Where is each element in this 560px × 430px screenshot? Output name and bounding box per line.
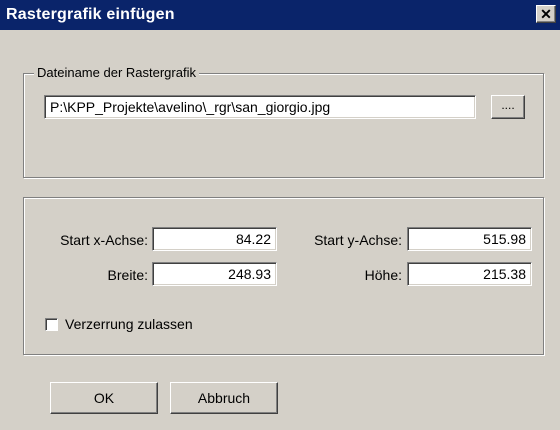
close-icon: ✕ <box>540 6 552 22</box>
ok-button[interactable]: OK <box>50 382 158 414</box>
ok-button-label: OK <box>93 390 115 406</box>
insert-raster-dialog: Rastergrafik einfügen ✕ Dateiname der Ra… <box>0 0 560 430</box>
height-field[interactable]: 215.38 <box>407 262 532 286</box>
file-group-label: Dateiname der Rastergrafik <box>34 65 199 80</box>
dialog-title: Rastergrafik einfügen <box>6 6 175 23</box>
cancel-button-label: Abbruch <box>197 390 251 406</box>
distortion-checkbox[interactable] <box>45 318 58 331</box>
width-field[interactable]: 248.93 <box>152 262 277 286</box>
width-label: Breite: <box>107 267 148 283</box>
start-y-field[interactable]: 515.98 <box>407 227 532 251</box>
close-button[interactable]: ✕ <box>536 5 556 23</box>
distortion-label[interactable]: Verzerrung zulassen <box>65 316 193 332</box>
browse-button[interactable]: .... <box>491 95 525 119</box>
browse-button-label: .... <box>501 98 515 112</box>
title-bar[interactable]: Rastergrafik einfügen ✕ <box>0 0 560 30</box>
file-group: Dateiname der Rastergrafik <box>23 65 544 178</box>
cancel-button[interactable]: Abbruch <box>170 382 278 414</box>
start-x-field[interactable]: 84.22 <box>152 227 277 251</box>
height-label: Höhe: <box>364 267 402 283</box>
start-y-label: Start y-Achse: <box>314 232 402 248</box>
start-x-label: Start x-Achse: <box>60 232 148 248</box>
file-path-field[interactable]: P:\KPP_Projekte\avelino\_rgr\san_giorgio… <box>44 95 476 119</box>
